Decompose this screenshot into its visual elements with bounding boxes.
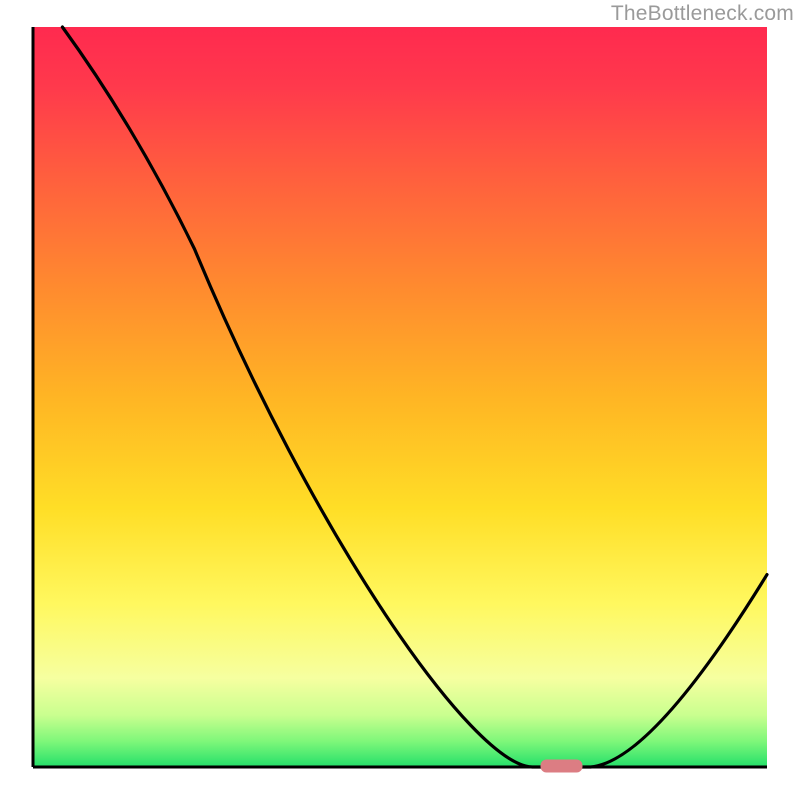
bottleneck-chart [0, 0, 800, 800]
plot-background [33, 27, 767, 767]
optimum-marker [541, 760, 583, 773]
watermark-text: TheBottleneck.com [611, 2, 794, 26]
chart-stage: TheBottleneck.com [0, 0, 800, 800]
